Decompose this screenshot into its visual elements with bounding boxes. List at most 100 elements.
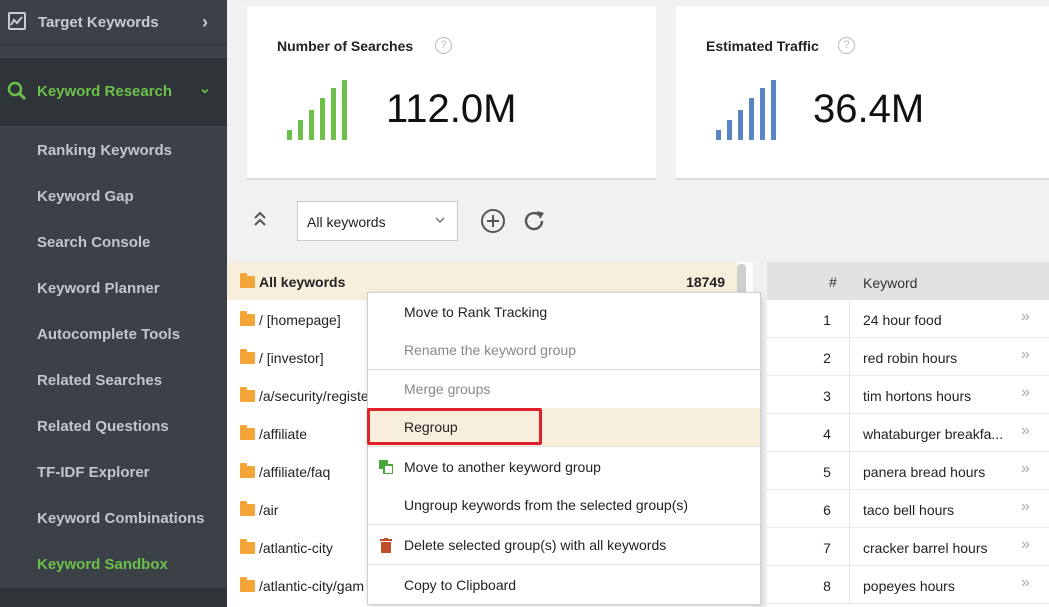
sidebar-item-target-keywords[interactable]: Target Keywords › bbox=[0, 0, 227, 45]
double-chevron-right-icon[interactable]: » bbox=[1021, 308, 1030, 326]
sidebar-item-keyword-gap[interactable]: Keyword Gap bbox=[37, 188, 134, 205]
chevron-down-icon: ⌄ bbox=[199, 80, 211, 96]
sidebar-item-keyword-combinations[interactable]: Keyword Combinations bbox=[37, 510, 205, 527]
menu-item-move-to-rank-tracking[interactable]: Move to Rank Tracking bbox=[368, 293, 760, 331]
double-chevron-right-icon[interactable]: » bbox=[1021, 574, 1030, 592]
table-row[interactable]: 7 cracker barrel hours » bbox=[767, 528, 1049, 566]
row-number: 2 bbox=[823, 350, 831, 366]
table-header: # Keyword bbox=[767, 262, 1049, 300]
sidebar-item-autocomplete-tools[interactable]: Autocomplete Tools bbox=[37, 326, 180, 343]
row-keyword: popeyes hours bbox=[863, 578, 955, 594]
folder-icon bbox=[240, 387, 255, 402]
group-name: /a/security/registe bbox=[259, 388, 369, 404]
collapse-all-icon[interactable] bbox=[253, 210, 267, 233]
group-name: /atlantic-city bbox=[259, 540, 333, 556]
double-chevron-right-icon[interactable]: » bbox=[1021, 346, 1030, 364]
folder-icon bbox=[240, 463, 255, 478]
menu-item-delete-groups[interactable]: Delete selected group(s) with all keywor… bbox=[368, 526, 760, 564]
sidebar-item-keyword-sandbox[interactable]: Keyword Sandbox bbox=[37, 556, 168, 573]
add-group-icon[interactable] bbox=[480, 208, 506, 234]
double-chevron-right-icon[interactable]: » bbox=[1021, 384, 1030, 402]
card-title: Number of Searches bbox=[277, 38, 414, 54]
group-name: All keywords bbox=[259, 274, 346, 290]
menu-item-move-to-another-group[interactable]: Move to another keyword group bbox=[368, 448, 760, 486]
group-name: / [homepage] bbox=[259, 312, 341, 328]
row-keyword: tim hortons hours bbox=[863, 388, 972, 404]
sidebar-item-label: Target Keywords bbox=[38, 14, 159, 31]
row-number: 5 bbox=[823, 464, 831, 480]
chevron-right-icon: › bbox=[202, 12, 208, 32]
row-number: 8 bbox=[823, 578, 831, 594]
sidebar-item-keyword-planner[interactable]: Keyword Planner bbox=[37, 280, 160, 297]
card-title: Estimated Traffic bbox=[706, 38, 819, 54]
search-icon bbox=[6, 80, 28, 107]
menu-item-copy-to-clipboard[interactable]: Copy to Clipboard bbox=[368, 566, 760, 604]
column-header-number[interactable]: # bbox=[829, 274, 837, 290]
table-row[interactable]: 3 tim hortons hours » bbox=[767, 376, 1049, 414]
chevron-down-icon bbox=[434, 213, 446, 227]
group-name: /affiliate bbox=[259, 426, 307, 442]
menu-item-label: Copy to Clipboard bbox=[404, 577, 517, 593]
row-number: 3 bbox=[823, 388, 831, 404]
sidebar-item-related-searches[interactable]: Related Searches bbox=[37, 372, 162, 389]
row-number: 7 bbox=[823, 540, 831, 556]
sidebar-footer bbox=[0, 588, 227, 607]
menu-item-ungroup-keywords[interactable]: Ungroup keywords from the selected group… bbox=[368, 486, 760, 524]
folder-icon bbox=[240, 425, 255, 440]
row-keyword: cracker barrel hours bbox=[863, 540, 988, 556]
table-row[interactable]: 4 whataburger breakfa... » bbox=[767, 414, 1049, 452]
sidebar-section-keyword-research[interactable]: Keyword Research ⌄ bbox=[0, 58, 227, 126]
table-row[interactable]: 8 popeyes hours » bbox=[767, 566, 1049, 604]
row-number: 6 bbox=[823, 502, 831, 518]
searches-card: Number of Searches ? 112.0M bbox=[247, 6, 656, 180]
table-row[interactable]: 2 red robin hours » bbox=[767, 338, 1049, 376]
menu-item-rename-group[interactable]: Rename the keyword group bbox=[368, 331, 760, 369]
group-name: /atlantic-city/gam bbox=[259, 578, 365, 594]
help-icon[interactable]: ? bbox=[838, 37, 855, 54]
chart-line-icon bbox=[8, 12, 26, 30]
menu-item-label: Move to another keyword group bbox=[404, 459, 601, 475]
folder-icon bbox=[240, 501, 255, 516]
group-name: / [investor] bbox=[259, 350, 324, 366]
group-name: /affiliate/faq bbox=[259, 464, 331, 480]
sidebar: Target Keywords › Keyword Research ⌄ Ran… bbox=[0, 0, 227, 607]
refresh-icon[interactable] bbox=[522, 208, 548, 234]
help-icon[interactable]: ? bbox=[435, 37, 452, 54]
context-menu: Move to Rank Tracking Rename the keyword… bbox=[367, 292, 761, 605]
double-chevron-right-icon[interactable]: » bbox=[1021, 536, 1030, 554]
menu-item-label: Delete selected group(s) with all keywor… bbox=[404, 537, 667, 553]
double-chevron-right-icon[interactable]: » bbox=[1021, 422, 1030, 440]
menu-item-label: Ungroup keywords from the selected group… bbox=[404, 497, 689, 513]
table-row[interactable]: 6 taco bell hours » bbox=[767, 490, 1049, 528]
menu-item-merge-groups[interactable]: Merge groups bbox=[368, 370, 760, 408]
double-chevron-right-icon[interactable]: » bbox=[1021, 498, 1030, 516]
column-header-keyword[interactable]: Keyword bbox=[863, 275, 917, 291]
row-keyword: 24 hour food bbox=[863, 312, 942, 328]
double-chevron-right-icon[interactable]: » bbox=[1021, 460, 1030, 478]
searches-value: 112.0M bbox=[386, 87, 517, 131]
row-keyword: panera bread hours bbox=[863, 464, 986, 480]
folder-icon bbox=[240, 539, 255, 554]
sidebar-item-related-questions[interactable]: Related Questions bbox=[37, 418, 169, 435]
table-row[interactable]: 5 panera bread hours » bbox=[767, 452, 1049, 490]
folder-icon bbox=[240, 273, 255, 288]
row-keyword: whataburger breakfa... bbox=[863, 426, 1004, 442]
sidebar-item-search-console[interactable]: Search Console bbox=[37, 234, 150, 251]
group-count: 18749 bbox=[686, 274, 725, 290]
keyword-filter-select[interactable]: All keywords bbox=[297, 201, 458, 241]
sidebar-item-ranking-keywords[interactable]: Ranking Keywords bbox=[37, 142, 172, 159]
group-name: /air bbox=[259, 502, 279, 518]
move-group-icon bbox=[379, 460, 394, 475]
bar-signal-icon bbox=[716, 80, 778, 140]
menu-item-label: Move to Rank Tracking bbox=[404, 304, 548, 320]
sidebar-section-label: Keyword Research bbox=[37, 83, 173, 100]
row-keyword: taco bell hours bbox=[863, 502, 955, 518]
bar-signal-icon bbox=[287, 80, 349, 140]
traffic-value: 36.4M bbox=[813, 87, 925, 131]
traffic-card: Estimated Traffic ? 36.4M bbox=[676, 6, 1049, 180]
table-row[interactable]: 1 24 hour food » bbox=[767, 300, 1049, 338]
menu-item-label: Rename the keyword group bbox=[404, 342, 576, 358]
folder-icon bbox=[240, 349, 255, 364]
row-keyword: red robin hours bbox=[863, 350, 958, 366]
sidebar-item-tf-idf-explorer[interactable]: TF-IDF Explorer bbox=[37, 464, 150, 481]
